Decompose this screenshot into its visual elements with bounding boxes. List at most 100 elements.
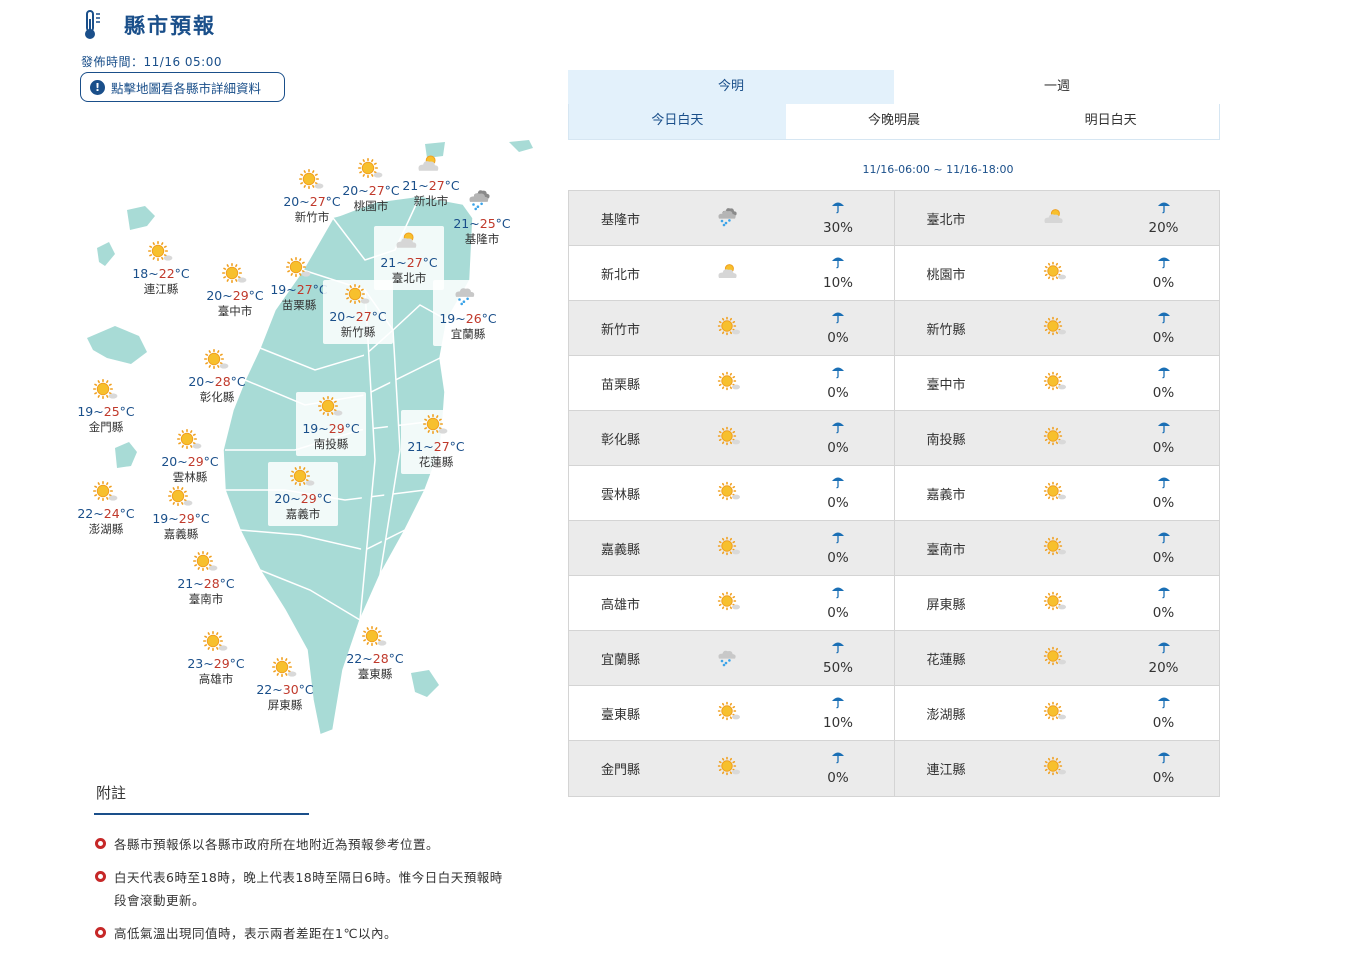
forecast-city-name: 臺東縣 xyxy=(601,707,641,723)
forecast-cell[interactable]: 臺中市 0% xyxy=(893,356,1220,410)
umbrella-icon xyxy=(823,419,853,438)
forecast-cell[interactable]: 南投縣 0% xyxy=(893,411,1220,465)
map-city[interactable]: 21~28°C 臺南市 xyxy=(171,550,241,607)
forecast-cell[interactable]: 花蓮縣 20% xyxy=(893,631,1220,685)
forecast-cell[interactable]: 彰化縣 0% xyxy=(569,411,894,465)
temp-unit: °C xyxy=(248,288,264,303)
sunny-icon xyxy=(340,625,410,651)
umbrella-icon xyxy=(823,749,853,768)
map-city-name: 基隆市 xyxy=(464,232,500,246)
umbrella-icon xyxy=(823,254,853,273)
map-city[interactable]: 21~25°C 基隆市 xyxy=(447,188,517,247)
taiwan-map[interactable]: 20~27°C 新竹市 20~27°C 桃園市 21~27°C 新北市 21~25°C 基隆市… xyxy=(75,130,545,750)
forecast-city-name: 高雄市 xyxy=(601,597,641,613)
map-city[interactable]: 18~22°C 連江縣 xyxy=(126,240,196,297)
map-city-name: 金門縣 xyxy=(88,420,124,434)
map-city-min: 22 xyxy=(256,682,273,697)
rain-probability: 0% xyxy=(1149,419,1179,456)
forecast-city-name: 臺南市 xyxy=(926,542,966,558)
map-city-min: 22 xyxy=(346,651,363,666)
map-city-max: 28 xyxy=(372,651,389,666)
forecast-cell[interactable]: 臺東縣 10% xyxy=(569,686,894,740)
map-city-min: 21 xyxy=(407,439,424,454)
tab-today-tomorrow[interactable]: 今明 xyxy=(568,70,894,104)
forecast-cell[interactable]: 臺北市 20% xyxy=(893,191,1220,245)
sunny-icon xyxy=(71,480,141,506)
rain-probability-value: 0% xyxy=(1152,440,1175,456)
map-city-temp: 23~29°C xyxy=(187,656,245,671)
tab-today-daytime[interactable]: 今日白天 xyxy=(569,104,786,139)
forecast-cell[interactable]: 連江縣 0% xyxy=(893,741,1220,796)
rain-probability: 20% xyxy=(1149,199,1179,236)
forecast-cell[interactable]: 桃園市 0% xyxy=(893,246,1220,300)
map-city-max: 30 xyxy=(282,682,299,697)
map-city[interactable]: 20~29°C 雲林縣 xyxy=(155,428,225,485)
forecast-city-name: 南投縣 xyxy=(926,432,966,448)
umbrella-icon xyxy=(1149,309,1179,328)
rain-probability: 0% xyxy=(1149,694,1179,731)
map-city-max: 27 xyxy=(433,439,450,454)
rain-probability: 20% xyxy=(1149,639,1179,676)
forecast-cell[interactable]: 屏東縣 0% xyxy=(893,576,1220,630)
map-city[interactable]: 20~28°C 彰化縣 xyxy=(182,348,252,405)
forecast-cell[interactable]: 基隆市 30% xyxy=(569,191,894,245)
map-city[interactable]: 20~29°C 臺中市 xyxy=(200,262,270,319)
map-hint-button[interactable]: ! 點擊地圖看各縣市詳細資料 xyxy=(80,72,285,102)
forecast-cell[interactable]: 澎湖縣 0% xyxy=(893,686,1220,740)
temp-unit: °C xyxy=(174,266,190,281)
map-city-temp: 21~27°C xyxy=(380,255,438,270)
map-city[interactable]: 22~30°C 屏東縣 xyxy=(250,656,320,713)
map-city[interactable]: 20~29°C 嘉義市 xyxy=(268,462,338,526)
map-city-max: 25 xyxy=(479,216,496,231)
map-city[interactable]: 20~27°C 新竹縣 xyxy=(323,280,393,344)
temp-unit: °C xyxy=(495,216,511,231)
rain-probability-value: 0% xyxy=(1152,605,1175,621)
umbrella-icon xyxy=(823,529,853,548)
map-city[interactable]: 23~29°C 高雄市 xyxy=(181,630,251,687)
rain-probability: 0% xyxy=(823,419,853,456)
map-city[interactable]: 22~28°C 臺東縣 xyxy=(340,625,410,682)
sunny-icon xyxy=(717,426,743,450)
sunny-icon xyxy=(182,348,252,374)
forecast-cell[interactable]: 宜蘭縣 50% xyxy=(569,631,894,685)
forecast-cell[interactable]: 新竹縣 0% xyxy=(893,301,1220,355)
forecast-cell[interactable]: 新北市 10% xyxy=(569,246,894,300)
rain-probability-value: 10% xyxy=(823,275,854,291)
forecast-cell[interactable]: 金門縣 0% xyxy=(569,741,894,796)
forecast-cell[interactable]: 臺南市 0% xyxy=(893,521,1220,575)
umbrella-icon xyxy=(1149,419,1179,438)
map-city-name: 彰化縣 xyxy=(199,390,235,404)
rain-probability-value: 0% xyxy=(827,605,849,621)
sunny-icon xyxy=(1043,756,1069,780)
forecast-row: 宜蘭縣 50% 花蓮縣 20% xyxy=(569,631,1219,686)
forecast-cell[interactable]: 高雄市 0% xyxy=(569,576,894,630)
tab-tomorrow-daytime[interactable]: 明日白天 xyxy=(1002,104,1219,139)
bullet-icon xyxy=(95,838,106,849)
forecast-cell[interactable]: 雲林縣 0% xyxy=(569,466,894,520)
forecast-row: 高雄市 0% 屏東縣 0% xyxy=(569,576,1219,631)
map-city-max: 27 xyxy=(368,183,385,198)
temp-unit: °C xyxy=(388,651,404,666)
forecast-cell[interactable]: 新竹市 0% xyxy=(569,301,894,355)
forecast-city-name: 新北市 xyxy=(601,267,641,283)
rain-probability-value: 0% xyxy=(827,330,849,346)
tab-week[interactable]: 一週 xyxy=(894,70,1220,104)
forecast-cell[interactable]: 嘉義縣 0% xyxy=(569,521,894,575)
map-city[interactable]: 21~27°C 花蓮縣 xyxy=(401,410,471,474)
map-city-max: 29 xyxy=(213,656,230,671)
umbrella-icon xyxy=(1149,694,1179,713)
sunny-icon xyxy=(717,371,743,395)
tab-tonight[interactable]: 今晚明晨 xyxy=(786,104,1003,139)
map-city[interactable]: 19~25°C 金門縣 xyxy=(71,378,141,435)
bullet-icon xyxy=(95,871,106,882)
map-city[interactable]: 19~29°C 南投縣 xyxy=(296,392,366,456)
map-city[interactable]: 19~29°C 嘉義縣 xyxy=(146,485,216,542)
forecast-cell[interactable]: 嘉義市 0% xyxy=(893,466,1220,520)
rain-probability-value: 0% xyxy=(827,550,849,566)
forecast-city-name: 臺北市 xyxy=(926,212,966,228)
forecast-cell[interactable]: 苗栗縣 0% xyxy=(569,356,894,410)
map-city-temp: 18~22°C xyxy=(132,266,190,281)
rain-probability: 0% xyxy=(1149,254,1179,291)
map-city[interactable]: 22~24°C 澎湖縣 xyxy=(71,480,141,537)
map-city[interactable]: 19~26°C 宜蘭縣 xyxy=(433,280,503,346)
